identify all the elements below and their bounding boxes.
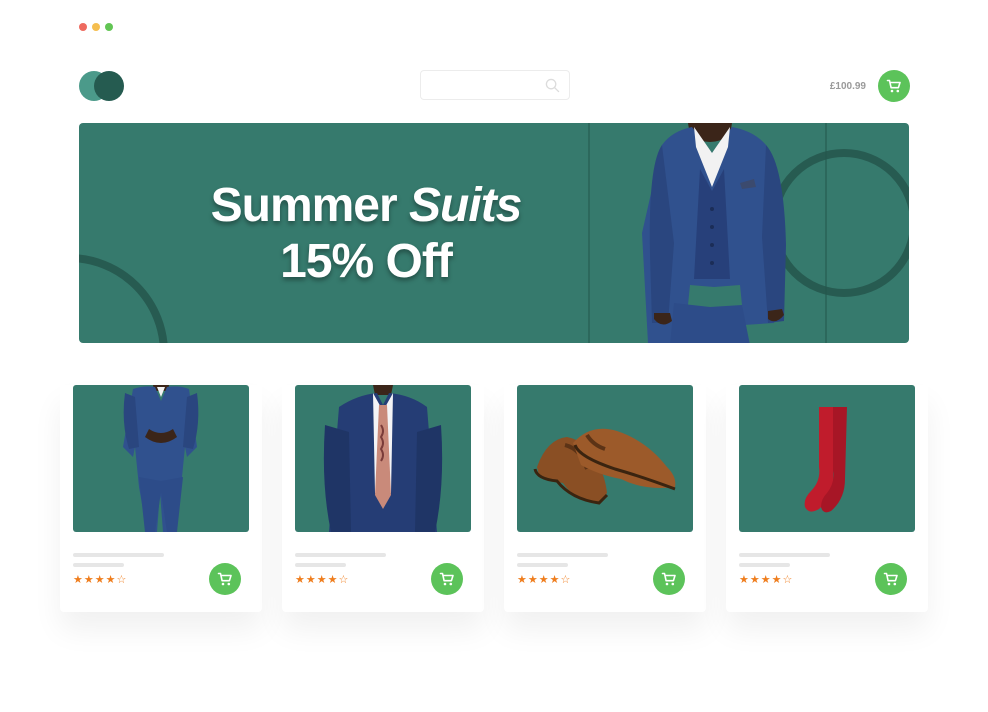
cart-icon bbox=[661, 572, 676, 586]
banner-line1: Summer bbox=[210, 179, 410, 232]
promo-banner[interactable]: Summer Suits 15% Off bbox=[79, 123, 909, 343]
suit-model-image bbox=[123, 385, 199, 532]
add-to-cart-button[interactable] bbox=[431, 563, 463, 595]
product-card[interactable]: ★★★★☆ bbox=[504, 385, 706, 612]
product-title-placeholder bbox=[73, 553, 164, 557]
banner-line1-italic: Suits bbox=[409, 179, 522, 232]
rating-stars: ★★★★☆ bbox=[73, 573, 128, 586]
blazer-tie-image bbox=[323, 385, 443, 532]
rating-stars: ★★★★☆ bbox=[517, 573, 572, 586]
add-to-cart-button[interactable] bbox=[875, 563, 907, 595]
cart-icon bbox=[217, 572, 232, 586]
product-price-placeholder bbox=[73, 563, 124, 567]
product-card[interactable]: ★★★★☆ bbox=[282, 385, 484, 612]
product-card[interactable]: ★★★★☆ bbox=[60, 385, 262, 612]
window-controls bbox=[79, 23, 113, 31]
product-price-placeholder bbox=[295, 563, 346, 567]
minimize-window-dot[interactable] bbox=[92, 23, 100, 31]
rating-stars: ★★★★☆ bbox=[295, 573, 350, 586]
search-input[interactable] bbox=[420, 70, 570, 100]
banner-headline: Summer Suits 15% Off bbox=[191, 178, 541, 290]
product-card[interactable]: ★★★★☆ bbox=[726, 385, 928, 612]
product-title-placeholder bbox=[517, 553, 608, 557]
brand-logo[interactable] bbox=[79, 71, 125, 101]
cart-icon bbox=[886, 79, 901, 93]
close-window-dot[interactable] bbox=[79, 23, 87, 31]
red-socks-image bbox=[804, 407, 847, 513]
product-image[interactable] bbox=[739, 385, 915, 532]
logo-circle-right bbox=[94, 71, 124, 101]
product-image[interactable] bbox=[517, 385, 693, 532]
brown-shoes-image bbox=[533, 428, 676, 505]
product-image[interactable] bbox=[295, 385, 471, 532]
rating-stars: ★★★★☆ bbox=[739, 573, 794, 586]
search-icon[interactable] bbox=[545, 78, 560, 93]
add-to-cart-button[interactable] bbox=[209, 563, 241, 595]
product-price-placeholder bbox=[517, 563, 568, 567]
maximize-window-dot[interactable] bbox=[105, 23, 113, 31]
product-price-placeholder bbox=[739, 563, 790, 567]
banner-line2: 15% Off bbox=[280, 235, 453, 288]
product-title-placeholder bbox=[295, 553, 386, 557]
cart-total: £100.99 bbox=[829, 81, 866, 92]
cart-icon bbox=[439, 572, 454, 586]
header-cart-button[interactable] bbox=[878, 70, 910, 102]
add-to-cart-button[interactable] bbox=[653, 563, 685, 595]
suit-model-banner-image bbox=[642, 123, 786, 343]
product-image[interactable] bbox=[73, 385, 249, 532]
cart-icon bbox=[883, 572, 898, 586]
product-title-placeholder bbox=[739, 553, 830, 557]
